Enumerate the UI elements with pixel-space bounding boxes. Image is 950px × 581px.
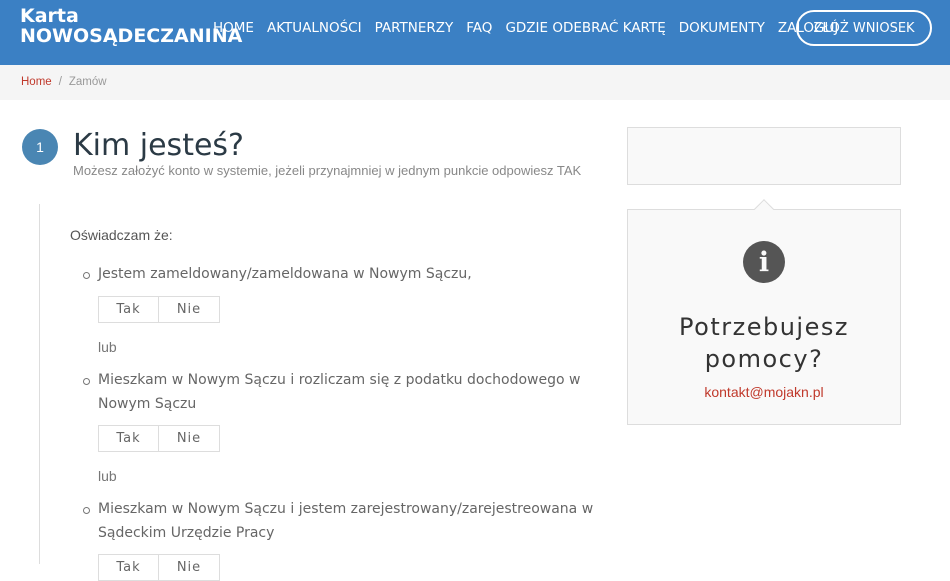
nav-documents[interactable]: DOKUMENTY <box>679 19 765 37</box>
step-number-badge: 1 <box>22 129 58 165</box>
answer-group-1: Tak Nie <box>98 296 220 323</box>
yes-button-3[interactable]: Tak <box>98 554 159 581</box>
info-icon: i <box>743 241 785 283</box>
answer-group-3: Tak Nie <box>98 554 220 581</box>
apply-button[interactable]: ZŁÓŻ WNIOSEK <box>796 10 932 46</box>
nav-home[interactable]: HOME <box>213 19 254 37</box>
page-subtitle: Możesz założyć konto w systemie, jeżeli … <box>73 163 582 178</box>
nav-partners[interactable]: PARTNERZY <box>375 19 454 37</box>
yes-button-2[interactable]: Tak <box>98 425 159 452</box>
breadcrumb-home[interactable]: Home <box>21 76 52 88</box>
site-header: Karta NOWOSĄDECZANINA HOME AKTUALNOŚCI P… <box>0 0 950 65</box>
logo-line-2: NOWOSĄDECZANINA <box>20 25 243 47</box>
declaration-intro: Oświadczam że: <box>70 227 173 243</box>
yes-button-1[interactable]: Tak <box>98 296 159 323</box>
declaration-item-2: Mieszkam w Nowym Sączu i rozliczam się z… <box>83 368 598 416</box>
declaration-item-3: Mieszkam w Nowym Sączu i jestem zarejest… <box>83 497 598 545</box>
sidebar-top-panel <box>627 127 901 185</box>
declaration-item-1: Jestem zameldowany/zameldowana w Nowym S… <box>83 262 598 286</box>
or-label-2: lub <box>98 468 117 484</box>
logo-line-1: Karta <box>20 5 79 27</box>
breadcrumb: Home / Zamów <box>0 65 950 100</box>
no-button-2[interactable]: Nie <box>159 425 220 452</box>
help-email-link[interactable]: kontakt@mojakn.pl <box>627 384 901 400</box>
main-nav: HOME AKTUALNOŚCI PARTNERZY FAQ GDZIE ODE… <box>213 19 851 37</box>
nav-pickup[interactable]: GDZIE ODEBRAĆ KARTĘ <box>505 19 665 37</box>
no-button-3[interactable]: Nie <box>159 554 220 581</box>
help-title: Potrzebujesz pomocy? <box>679 313 849 373</box>
breadcrumb-separator: / <box>58 76 62 88</box>
breadcrumb-current: Zamów <box>68 76 107 88</box>
nav-faq[interactable]: FAQ <box>466 19 492 37</box>
step-divider <box>39 204 40 564</box>
or-label-1: lub <box>98 339 117 355</box>
answer-group-2: Tak Nie <box>98 425 220 452</box>
site-logo[interactable]: Karta NOWOSĄDECZANINA <box>20 6 242 46</box>
no-button-1[interactable]: Nie <box>159 296 220 323</box>
page-title: Kim jesteś? <box>73 128 244 163</box>
nav-news[interactable]: AKTUALNOŚCI <box>267 19 362 37</box>
